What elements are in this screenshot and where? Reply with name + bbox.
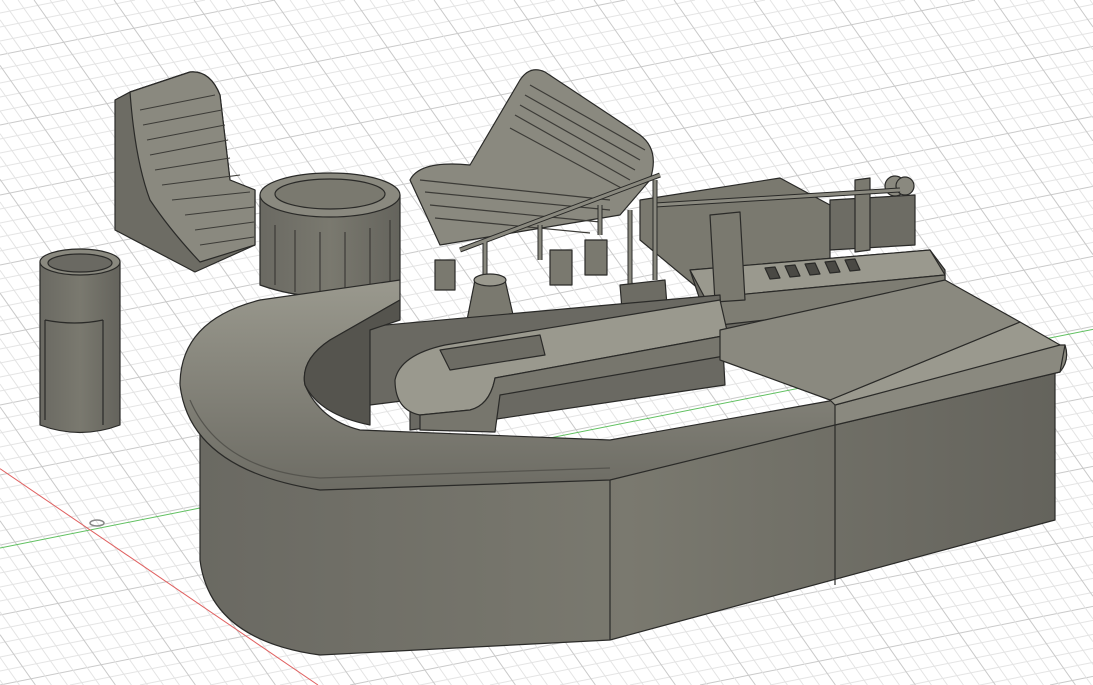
cad-viewport[interactable] — [0, 0, 1093, 685]
drum-table[interactable] — [259, 172, 401, 297]
trash-bin[interactable] — [39, 248, 121, 434]
bar-counter-model[interactable] — [0, 0, 1093, 685]
bench[interactable] — [409, 69, 654, 246]
origin-icon — [89, 519, 105, 527]
lounge-chair-left[interactable] — [114, 71, 256, 273]
